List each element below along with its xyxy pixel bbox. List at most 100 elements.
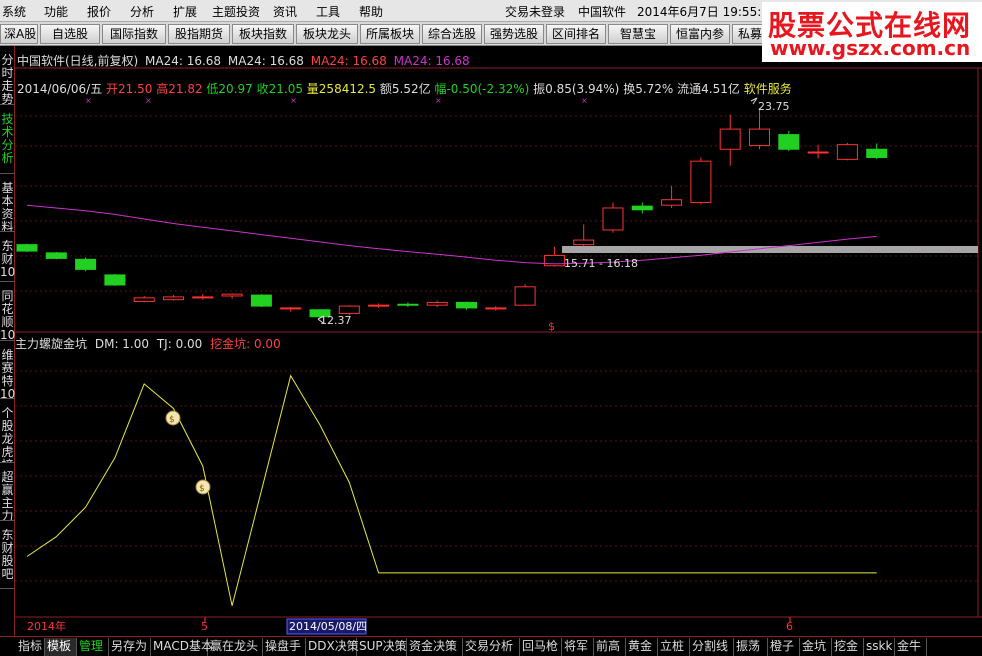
candle — [456, 301, 477, 310]
toolbar-button-sz-a[interactable]: 深A股 — [0, 24, 38, 44]
menu-item-analysis[interactable]: 分析 — [130, 3, 154, 20]
high-annotation: 23.75 — [758, 100, 790, 113]
toolbar-button-watchlist[interactable]: 自选股 — [40, 24, 100, 44]
menu-item-system[interactable]: 系统 — [2, 3, 26, 20]
candle — [426, 300, 448, 307]
top-dot-markers: × × × × × — [85, 96, 588, 105]
bottom-tab-0[interactable]: 指标 — [16, 638, 45, 656]
menu-item-theme-invest[interactable]: 主题投资 — [212, 3, 260, 20]
toolbar-button-sector-index[interactable]: 板块指数 — [232, 24, 294, 44]
candle — [749, 108, 770, 150]
range-highlight-band — [562, 246, 978, 253]
bottom-tab-1[interactable]: 模板 — [45, 638, 77, 656]
candle — [16, 243, 38, 252]
bottom-tab-8[interactable]: SUP决策 — [357, 638, 407, 656]
side-tab-0[interactable]: 分时走势 — [0, 46, 15, 105]
bottom-tab-13[interactable]: 前高 — [594, 638, 626, 656]
dot-marker: × — [85, 96, 92, 105]
bottom-tab-5[interactable]: 赢在龙头 — [208, 638, 263, 656]
candle — [514, 284, 536, 307]
bottom-tab-6[interactable]: 操盘手 — [263, 638, 306, 656]
bottom-tab-12[interactable]: 将军 — [562, 638, 594, 656]
candle — [397, 302, 419, 307]
svg-text:$: $ — [199, 484, 205, 494]
side-tab-6[interactable]: 个股龙虎榜 — [0, 399, 15, 463]
app-name: 中国软件 — [578, 5, 627, 19]
candle — [807, 144, 829, 159]
toolbar-button-strong-pick[interactable]: 强势选股 — [484, 24, 544, 44]
dot-marker: × — [581, 96, 588, 105]
gridlines — [15, 115, 978, 582]
menu-item-news[interactable]: 资讯 — [273, 3, 297, 20]
chart-area: 中国软件(日线,前复权) MA24: 16.68 MA24: 16.68 MA2… — [15, 46, 982, 636]
bottom-tabs: 指标 模板 管理 另存为 MACD基本 赢在龙头 操盘手 DDX决策 SUP决策 资金决策 交易分析… — [0, 636, 982, 656]
menu-item-tools[interactable]: 工具 — [316, 3, 340, 20]
candle — [778, 130, 800, 152]
candle — [45, 251, 67, 260]
side-tab-1[interactable]: 技术分析 — [0, 105, 15, 174]
bottom-tab-10[interactable]: 交易分析 — [463, 638, 520, 656]
bottom-tab-19[interactable]: 金坑 — [800, 638, 832, 656]
bottom-tab-11[interactable]: 回马枪 — [520, 638, 562, 656]
bottom-tab-16[interactable]: 分割线 — [690, 638, 734, 656]
toolbar-button-range-rank[interactable]: 区间排名 — [546, 24, 606, 44]
low-annotation: 12.37 — [320, 314, 352, 327]
bottom-tab-20[interactable]: 挖金 — [832, 638, 864, 656]
candle — [250, 294, 272, 307]
candle — [866, 143, 888, 159]
bottom-tab-22[interactable]: 金牛 — [895, 638, 927, 656]
money-bag-icon: $ — [165, 410, 181, 426]
dot-marker: × — [435, 96, 442, 105]
candle — [368, 303, 390, 308]
toolbar-button-hengfu-internal[interactable]: 恒富内参 — [670, 24, 730, 44]
dot-marker: × — [145, 96, 152, 105]
bottom-tab-17[interactable]: 振荡 — [734, 638, 768, 656]
bottom-tab-7[interactable]: DDX决策 — [306, 638, 359, 656]
bottom-tab-18[interactable]: 橙子 — [768, 638, 800, 656]
candle — [690, 157, 712, 205]
toolbar-button-own-sector[interactable]: 所属板块 — [360, 24, 420, 44]
range-annotation: 15.71 - 16.18 — [564, 257, 638, 270]
side-tab-3[interactable]: 东财10 — [0, 232, 15, 282]
menu-item-help[interactable]: 帮助 — [359, 3, 383, 20]
dot-marker: × — [290, 96, 297, 105]
toolbar-button-index-futures[interactable]: 股指期货 — [168, 24, 230, 44]
toolbar-button-comprehensive-pick[interactable]: 综合选股 — [422, 24, 482, 44]
menu-item-quote[interactable]: 报价 — [87, 3, 111, 20]
candles — [16, 108, 888, 318]
bottom-tab-3[interactable]: 另存为 — [109, 638, 151, 656]
candle — [280, 306, 302, 312]
toolbar-button-intl-index[interactable]: 国际指数 — [102, 24, 166, 44]
side-tab-8[interactable]: 东财股吧 — [0, 521, 15, 589]
bottom-tab-4[interactable]: MACD基本 — [151, 638, 213, 656]
bottom-tab-14[interactable]: 黄金 — [626, 638, 658, 656]
datetime: 2014年6月7日 19:55:0 — [637, 5, 769, 19]
bottom-tab-9[interactable]: 资金决策 — [407, 638, 463, 656]
date-axis-year: 2014年 — [27, 619, 66, 633]
candle — [485, 306, 507, 311]
candle — [602, 202, 624, 233]
side-tab-7[interactable]: 超赢主力 — [0, 463, 15, 521]
bottom-tab-2[interactable]: 管理 — [77, 638, 109, 656]
high-annotation-arrow-icon — [750, 97, 758, 105]
candle — [661, 185, 683, 208]
candle — [192, 294, 214, 300]
candle — [221, 293, 243, 299]
side-tab-2[interactable]: 基本资料 — [0, 174, 15, 232]
toolbar-button-sector-leader[interactable]: 板块龙头 — [296, 24, 358, 44]
candle — [836, 142, 858, 161]
buy-signal-marker: $ — [548, 320, 555, 333]
candle — [631, 202, 653, 214]
indicator-line — [26, 374, 877, 606]
side-tab-4[interactable]: 同花顺10 — [0, 282, 15, 341]
bottom-tab-15[interactable]: 立桩 — [658, 638, 690, 656]
side-tabs: 分时走势技术分析基本资料东财10同花顺10维赛特10个股龙虎榜超赢主力东财股吧 — [0, 46, 15, 636]
menu-item-function[interactable]: 功能 — [44, 3, 68, 20]
toolbar-button-smart-bao[interactable]: 智慧宝 — [608, 24, 668, 44]
side-tab-5[interactable]: 维赛特10 — [0, 341, 15, 399]
menu-item-extend[interactable]: 扩展 — [173, 3, 197, 20]
trade-login-status[interactable]: 交易未登录 — [505, 3, 565, 20]
candle — [133, 295, 155, 303]
bottom-tab-21[interactable]: sskk — [864, 638, 895, 656]
money-bag-icon: $ — [195, 479, 211, 495]
